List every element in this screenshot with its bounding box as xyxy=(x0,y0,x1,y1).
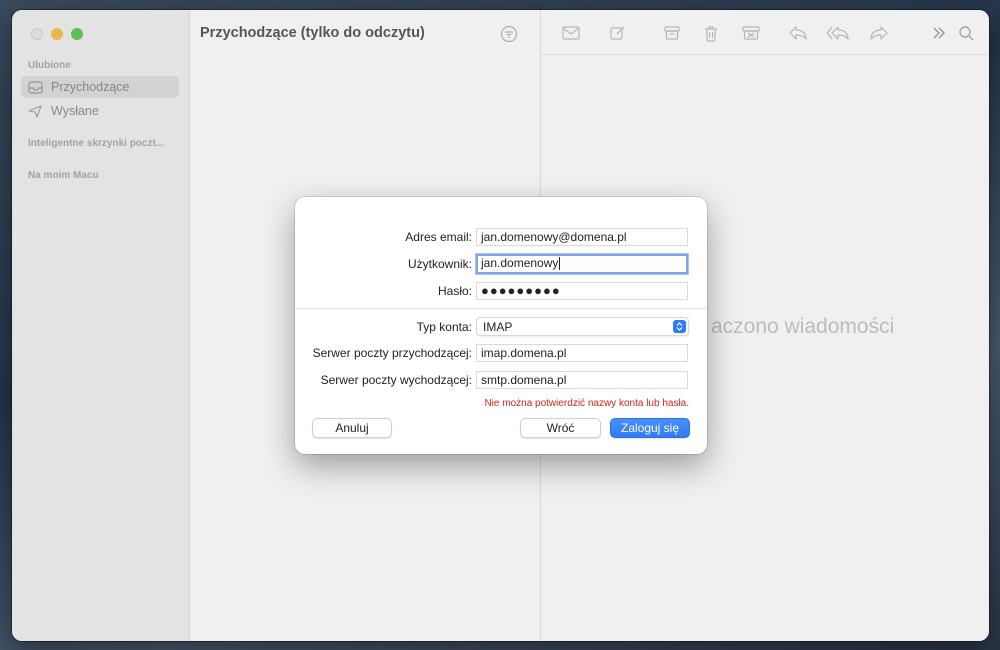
compose-icon[interactable] xyxy=(607,23,629,43)
sidebar-section-smart-mailboxes[interactable]: Inteligentne skrzynki poczt... xyxy=(28,138,164,149)
username-row: Użytkownik: jan.domenowy xyxy=(295,254,707,274)
password-row: Hasło: ●●●●●●●●● xyxy=(295,281,707,301)
password-label: Hasło: xyxy=(437,284,472,298)
incoming-server-field[interactable]: imap.domena.pl xyxy=(476,344,688,362)
email-row: Adres email: jan.domenowy@domena.pl xyxy=(295,227,707,247)
search-icon[interactable] xyxy=(955,23,977,43)
minimize-window-button[interactable] xyxy=(51,28,63,40)
mailbox-title: Przychodzące (tylko do odczytu) xyxy=(200,25,425,41)
account-login-dialog: Adres email: jan.domenowy@domena.pl Użyt… xyxy=(295,197,707,454)
back-button[interactable]: Wróć xyxy=(520,418,601,438)
account-type-value: IMAP xyxy=(483,320,513,334)
outgoing-server-row: Serwer poczty wychodzącej: smtp.domena.p… xyxy=(295,370,707,390)
dialog-divider xyxy=(295,308,707,309)
paper-plane-icon xyxy=(28,104,46,118)
reply-icon[interactable] xyxy=(787,23,809,43)
error-message: Nie można potwierdzić nazwy konta lub ha… xyxy=(484,398,689,409)
trash-icon[interactable] xyxy=(700,23,722,43)
sidebar-item-sent[interactable]: Wysłane xyxy=(21,100,179,122)
email-label: Adres email: xyxy=(405,230,472,244)
no-message-selected-text: aczono wiadomości xyxy=(711,315,895,338)
outgoing-server-field[interactable]: smtp.domena.pl xyxy=(476,371,688,389)
envelope-icon[interactable] xyxy=(560,23,582,43)
outgoing-server-label: Serwer poczty wychodzącej: xyxy=(320,373,472,387)
cancel-button[interactable]: Anuluj xyxy=(312,418,392,438)
sidebar-item-inbox[interactable]: Przychodzące xyxy=(21,76,179,98)
account-type-label: Typ konta: xyxy=(416,320,472,334)
account-type-select[interactable]: IMAP xyxy=(476,317,689,336)
tray-icon xyxy=(28,80,46,94)
username-field[interactable]: jan.domenowy xyxy=(476,254,688,274)
reply-all-icon[interactable] xyxy=(827,23,849,43)
incoming-server-row: Serwer poczty przychodzącej: imap.domena… xyxy=(295,343,707,363)
sidebar: Ulubione Przychodzące Wysłane Inteligent… xyxy=(12,10,190,641)
chevron-up-down-icon xyxy=(673,320,686,333)
account-type-row: Typ konta: IMAP xyxy=(295,317,707,337)
sidebar-section-favorites: Ulubione xyxy=(28,60,71,71)
maximize-window-button[interactable] xyxy=(71,28,83,40)
window-controls xyxy=(31,28,83,40)
sidebar-section-on-my-mac[interactable]: Na moim Macu xyxy=(28,170,99,181)
toolbar-divider xyxy=(541,54,989,55)
forward-icon[interactable] xyxy=(868,23,890,43)
incoming-server-label: Serwer poczty przychodzącej: xyxy=(312,346,472,360)
email-field[interactable]: jan.domenowy@domena.pl xyxy=(476,228,688,246)
filter-icon[interactable] xyxy=(500,25,518,48)
sidebar-item-label: Przychodzące xyxy=(51,80,130,94)
more-icon[interactable] xyxy=(928,23,950,43)
username-value: jan.domenowy xyxy=(481,256,559,270)
username-label: Użytkownik: xyxy=(407,257,472,271)
close-window-button[interactable] xyxy=(31,28,43,40)
junk-icon[interactable] xyxy=(740,23,762,43)
archive-icon[interactable] xyxy=(661,23,683,43)
sidebar-item-label: Wysłane xyxy=(51,104,99,118)
login-button[interactable]: Zaloguj się xyxy=(610,418,690,438)
password-field[interactable]: ●●●●●●●●● xyxy=(476,282,688,300)
text-caret xyxy=(559,257,561,271)
